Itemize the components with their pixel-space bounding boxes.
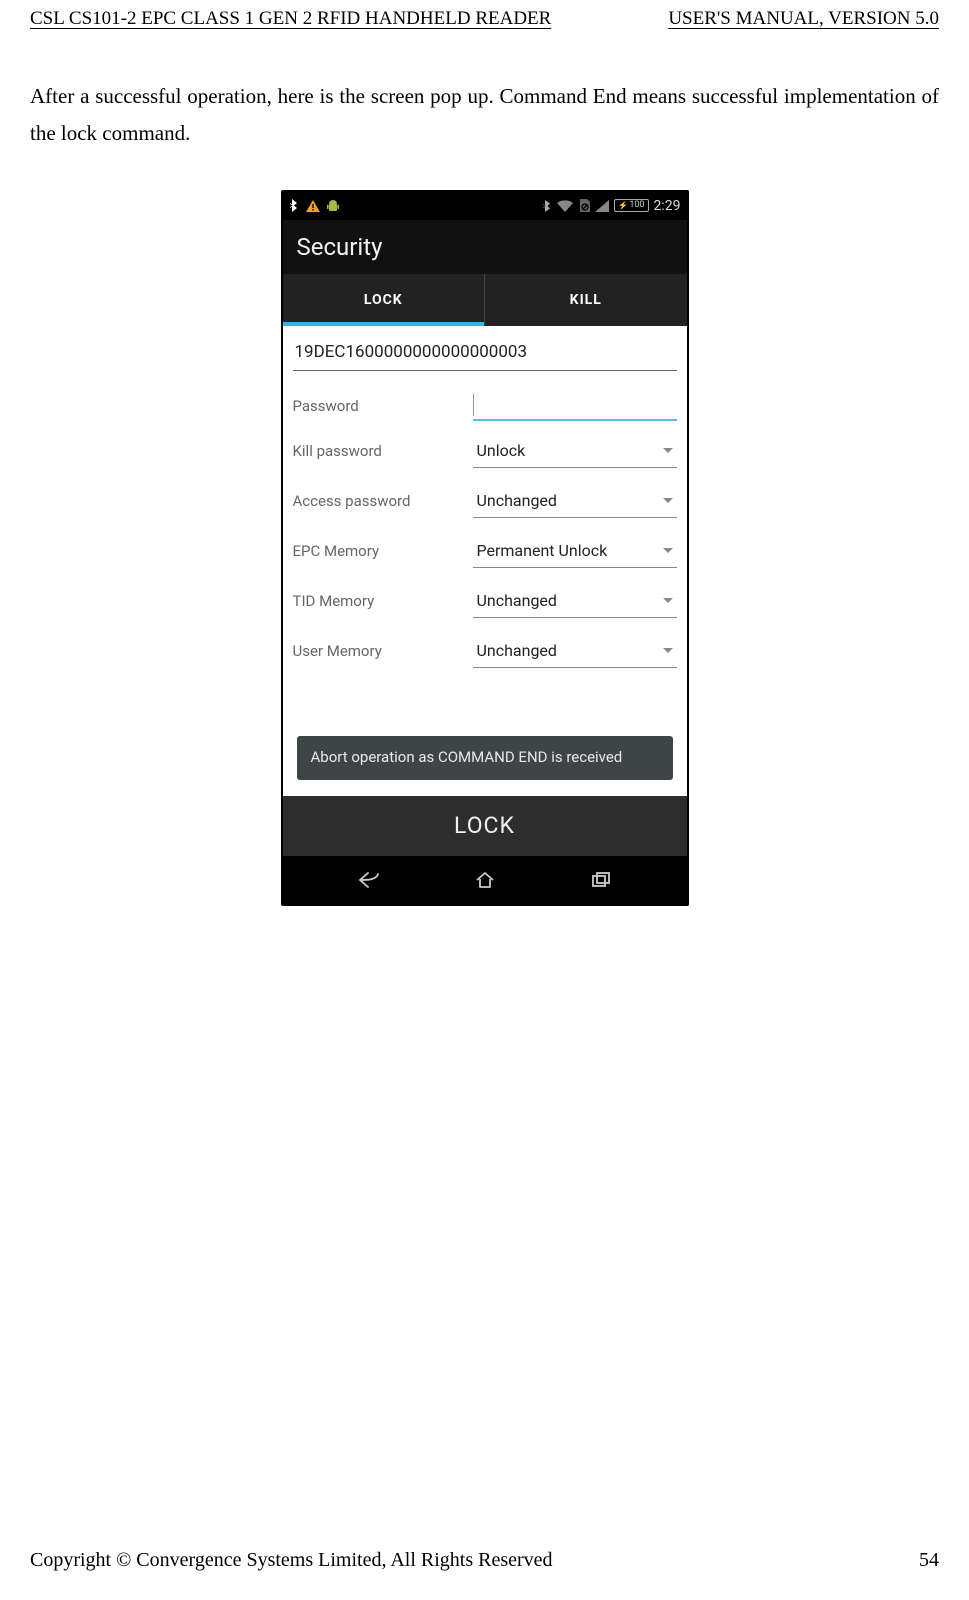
chevron-down-icon xyxy=(663,648,673,653)
copyright-text: Copyright © Convergence Systems Limited,… xyxy=(30,1549,553,1572)
doc-header-left: CSL CS101-2 EPC CLASS 1 GEN 2 RFID HANDH… xyxy=(30,8,551,30)
toast-text: Abort operation as COMMAND END is receiv… xyxy=(311,748,623,766)
kill-password-value: Unlock xyxy=(477,441,526,460)
warning-icon xyxy=(306,200,320,212)
doc-header: CSL CS101-2 EPC CLASS 1 GEN 2 RFID HANDH… xyxy=(30,8,939,30)
access-password-label: Access password xyxy=(293,492,473,510)
user-memory-spinner[interactable]: Unchanged xyxy=(473,634,677,668)
user-memory-label: User Memory xyxy=(293,642,473,660)
access-password-spinner[interactable]: Unchanged xyxy=(473,484,677,518)
chevron-down-icon xyxy=(663,598,673,603)
intro-paragraph: After a successful operation, here is th… xyxy=(30,78,939,152)
tab-bar: LOCK KILL xyxy=(283,274,687,326)
phone-screenshot: ⚡100 2:29 Security LOCK KILL 19DEC160000… xyxy=(281,190,689,906)
form-content: 19DEC1600000000000000003 Password Kill p… xyxy=(283,326,687,796)
home-button[interactable] xyxy=(455,871,515,889)
action-bar: Security xyxy=(283,220,687,274)
android-icon xyxy=(326,199,340,213)
password-input[interactable] xyxy=(473,391,677,421)
kill-password-spinner[interactable]: Unlock xyxy=(473,434,677,468)
clock: 2:29 xyxy=(654,198,681,214)
access-password-value: Unchanged xyxy=(477,491,557,510)
signal-icon xyxy=(595,200,609,212)
lock-button[interactable]: LOCK xyxy=(283,796,687,856)
password-label: Password xyxy=(293,397,473,421)
toast-message: Abort operation as COMMAND END is receiv… xyxy=(297,736,673,780)
text-cursor xyxy=(473,394,475,416)
chevron-down-icon xyxy=(663,548,673,553)
kill-password-label: Kill password xyxy=(293,442,473,460)
android-status-bar: ⚡100 2:29 xyxy=(283,192,687,220)
back-button[interactable] xyxy=(339,871,399,889)
recent-apps-button[interactable] xyxy=(571,872,631,888)
wifi-icon xyxy=(557,200,573,212)
epc-memory-value: Permanent Unlock xyxy=(477,541,608,560)
doc-header-right: USER'S MANUAL, VERSION 5.0 xyxy=(668,8,939,30)
lock-button-label: LOCK xyxy=(454,812,515,839)
screen-title: Security xyxy=(297,233,383,261)
battery-icon: ⚡100 xyxy=(614,199,648,212)
tab-kill[interactable]: KILL xyxy=(485,274,687,326)
tid-memory-spinner[interactable]: Unchanged xyxy=(473,584,677,618)
epc-memory-spinner[interactable]: Permanent Unlock xyxy=(473,534,677,568)
bluetooth-icon xyxy=(289,199,300,213)
chevron-down-icon xyxy=(663,498,673,503)
android-nav-bar xyxy=(283,856,687,904)
tab-lock-label: LOCK xyxy=(364,292,403,308)
page-number: 54 xyxy=(919,1549,939,1572)
doc-footer: Copyright © Convergence Systems Limited,… xyxy=(30,1549,939,1572)
tab-lock[interactable]: LOCK xyxy=(283,274,486,326)
tid-memory-label: TID Memory xyxy=(293,592,473,610)
tid-memory-value: Unchanged xyxy=(477,591,557,610)
user-memory-value: Unchanged xyxy=(477,641,557,660)
battery-level: 100 xyxy=(629,200,644,211)
chevron-down-icon xyxy=(663,448,673,453)
epc-memory-label: EPC Memory xyxy=(293,542,473,560)
no-sim-icon xyxy=(578,199,590,213)
bluetooth-connected-icon xyxy=(543,199,552,213)
epc-value: 19DEC1600000000000000003 xyxy=(295,342,528,362)
tab-kill-label: KILL xyxy=(570,292,602,308)
epc-field[interactable]: 19DEC1600000000000000003 xyxy=(293,336,677,371)
